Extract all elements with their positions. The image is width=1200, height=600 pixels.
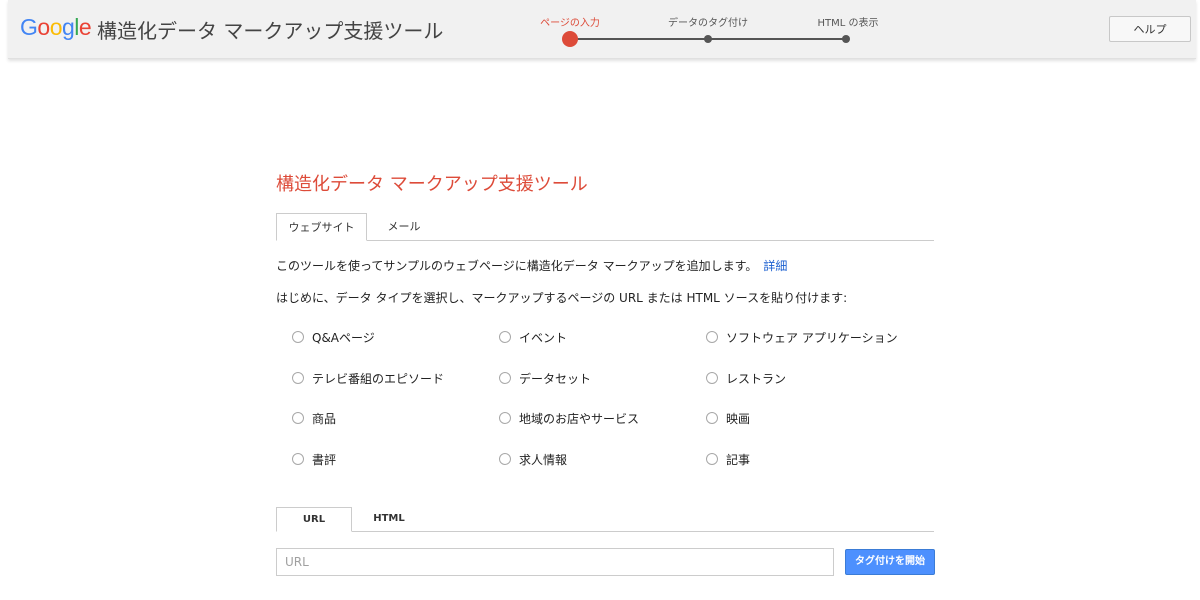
radio-tv-episode[interactable]: テレビ番組のエピソード [292,369,444,387]
radio-circle-icon[interactable] [499,331,511,343]
radio-software-application[interactable]: ソフトウェア アプリケーション [706,328,898,346]
intro-text: このツールを使ってサンプルのウェブページに構造化データ マークアップを追加します… [276,257,787,274]
radio-label: 書評 [312,452,337,467]
radio-event[interactable]: イベント [499,328,567,346]
tab-website[interactable]: ウェブサイト [276,213,367,241]
radio-article[interactable]: 記事 [706,450,750,468]
radio-restaurant[interactable]: レストラン [706,369,786,387]
radio-label: 地域のお店やサービス [519,411,640,426]
radio-label: 映画 [726,411,751,426]
details-link[interactable]: 詳細 [763,259,787,273]
radio-label: 記事 [726,452,751,467]
radio-circle-icon[interactable] [292,412,304,424]
radio-circle-icon[interactable] [292,372,304,384]
radio-circle-icon[interactable] [706,372,718,384]
radio-qa-page[interactable]: Q&Aページ [292,328,375,346]
radio-dataset[interactable]: データセット [499,369,591,387]
intro-sentence: このツールを使ってサンプルのウェブページに構造化データ マークアップを追加します… [276,259,758,273]
radio-circle-icon[interactable] [499,412,511,424]
radio-label: ソフトウェア アプリケーション [726,330,898,345]
radio-book-review[interactable]: 書評 [292,450,336,468]
radio-label: テレビ番組のエピソード [312,371,445,386]
tab-html[interactable]: HTML [352,507,426,531]
radio-label: イベント [519,330,568,345]
radio-circle-icon[interactable] [499,372,511,384]
radio-label: レストラン [726,371,787,386]
radio-circle-icon[interactable] [706,331,718,343]
radio-label: 商品 [312,411,337,426]
radio-label: 求人情報 [519,452,568,467]
main-content: 構造化データ マークアップ支援ツール ウェブサイト メール このツールを使ってサ… [276,0,936,600]
google-logo: Google [20,14,92,41]
logo-letter-e: e [78,14,92,40]
help-button[interactable]: ヘルプ [1109,16,1191,42]
radio-circle-icon[interactable] [499,453,511,465]
radio-circle-icon[interactable] [292,453,304,465]
radio-local-business[interactable]: 地域のお店やサービス [499,409,639,427]
radio-movie[interactable]: 映画 [706,409,750,427]
instruction-text: はじめに、データ タイプを選択し、マークアップするページの URL または HT… [276,291,848,305]
radio-label: Q&Aページ [312,330,375,345]
logo-letter-g: G [20,14,38,40]
radio-circle-icon[interactable] [706,453,718,465]
tab-email[interactable]: メール [372,213,436,240]
page-title: 構造化データ マークアップ支援ツール [276,174,588,195]
start-tagging-button[interactable]: タグ付けを開始 [845,549,935,575]
content-type-tabs: ウェブサイト メール [276,213,934,241]
radio-job-posting[interactable]: 求人情報 [499,450,567,468]
radio-circle-icon[interactable] [706,412,718,424]
source-tabs: URL HTML [276,507,934,532]
url-input[interactable] [276,548,834,576]
radio-product[interactable]: 商品 [292,409,336,427]
tab-url[interactable]: URL [276,507,352,532]
radio-label: データセット [519,371,592,386]
radio-circle-icon[interactable] [292,331,304,343]
logo-letter-o2: o [49,14,63,40]
logo-letter-o1: o [37,14,50,40]
logo-letter-g2: g [61,14,75,40]
